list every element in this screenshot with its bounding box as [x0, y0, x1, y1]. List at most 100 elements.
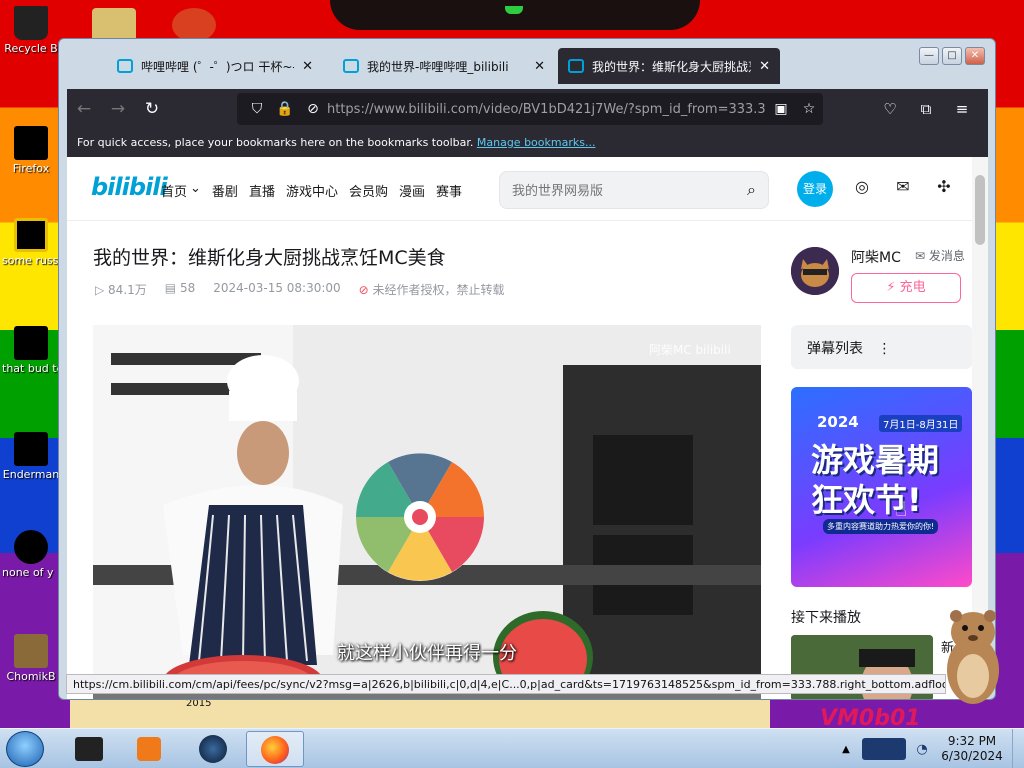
back-button[interactable]: ←: [67, 99, 101, 119]
bookmark-star-icon[interactable]: ☆: [795, 101, 823, 117]
search-box: ⌕: [499, 171, 769, 209]
scrollbar-thumb[interactable]: [975, 175, 985, 245]
desktop-icon-chomik[interactable]: ChomikB: [2, 634, 60, 683]
shield-icon[interactable]: ⛉: [243, 101, 271, 117]
permissions-icon[interactable]: ⊘: [299, 101, 327, 117]
taskbar-app-terminal[interactable]: [60, 731, 118, 767]
show-desktop-button[interactable]: [1012, 729, 1024, 768]
danmaku-icon: ▤: [164, 281, 180, 295]
nav-game-center[interactable]: 游戏中心: [286, 181, 338, 200]
desktop-icon-label: ChomikB: [6, 670, 56, 683]
taskbar: ▲ ◔ 9:32 PM 6/30/2024: [0, 728, 1024, 768]
ad-year: 2024: [817, 413, 859, 431]
cursor-hand-icon: ☝: [895, 497, 908, 521]
search-icon[interactable]: ⌕: [747, 180, 756, 200]
more-options-icon[interactable]: ⋮: [877, 341, 891, 357]
tab-bilibili-home[interactable]: 哔哩哔哩 (゜-゜)つロ 干杯~-bili ✕: [107, 48, 323, 84]
close-tab-icon[interactable]: ✕: [302, 59, 313, 74]
close-tab-icon[interactable]: ✕: [534, 59, 545, 74]
taskbar-app-globe[interactable]: [184, 731, 242, 767]
uploader-name[interactable]: 阿柴MC: [851, 247, 901, 267]
toolbar-right: ♡ ⧉ ≡: [872, 89, 980, 129]
file-icon: [14, 326, 48, 360]
media-player-icon: [137, 737, 161, 761]
mail-icon: ✉: [915, 249, 929, 263]
tab-video-active[interactable]: 我的世界：维斯化身大厨挑战烹 ✕: [558, 48, 780, 84]
desktop-icon-label: Enderman: [2, 468, 60, 481]
forbidden-icon: ⊘: [358, 283, 373, 297]
login-button[interactable]: 登录: [797, 171, 833, 207]
tray-app-icon[interactable]: [862, 738, 906, 760]
link-status-bar: https://cm.bilibili.com/cm/api/fees/pc/s…: [66, 674, 946, 694]
desktop-icon-recycle-bin[interactable]: Recycle B: [2, 6, 60, 55]
lightning-icon: ⚡: [886, 280, 900, 295]
avatar[interactable]: [791, 247, 839, 295]
manage-bookmarks-link[interactable]: Manage bookmarks...: [477, 136, 596, 149]
charge-label: 充电: [899, 280, 926, 295]
picture-in-picture-icon[interactable]: ▣: [767, 101, 795, 117]
hamster-sticker: [947, 610, 999, 704]
desktop-icon-file-2[interactable]: that bud te: [2, 326, 60, 375]
video-player[interactable]: 阿柴MC bilibili 就这样小伙伴再得一分: [93, 325, 761, 699]
chevron-down-icon: ⌄: [190, 181, 201, 196]
dynamic-icon[interactable]: ✣: [933, 177, 955, 199]
video-subtitle: 就这样小伙伴再得一分: [337, 643, 517, 664]
bilibili-favicon-icon: [343, 59, 359, 73]
desktop-icon-label: Firefox: [12, 162, 50, 175]
hamster-icon: [14, 634, 48, 668]
desktop-icon-firefox[interactable]: Firefox: [2, 126, 60, 175]
send-message-button[interactable]: ✉ 发消息: [915, 247, 965, 264]
network-icon[interactable]: ◔: [912, 742, 932, 757]
browser-window: 哔哩哔哩 (゜-゜)つロ 干杯~-bili ✕ 我的世界-哔哩哔哩_bilibi…: [58, 38, 996, 700]
views: ▷ 84.1万: [95, 281, 147, 298]
taskbar-app-firefox[interactable]: [246, 731, 304, 767]
charge-button[interactable]: ⚡ 充电: [851, 273, 961, 303]
pocket-icon[interactable]: ♡: [872, 100, 908, 118]
terminal-icon: [75, 737, 103, 761]
desktop-icon-enderman[interactable]: Enderman: [2, 432, 60, 481]
nav-anime[interactable]: 番剧: [212, 181, 238, 200]
bookmarks-toolbar: For quick access, place your bookmarks h…: [67, 129, 988, 157]
video-meta: ▷ 84.1万 ▤ 58 2024-03-15 08:30:00 ⊘ 未经作者授…: [95, 281, 505, 298]
system-tray: ▲ ◔ 9:32 PM 6/30/2024: [836, 729, 1024, 768]
desktop-icon-file-3[interactable]: none of y retards kn: [2, 530, 60, 579]
nav-esports[interactable]: 赛事: [436, 181, 462, 200]
ad-subline: 多重内容赛道助力热爱你的你!: [823, 519, 939, 534]
tab-minecraft-search[interactable]: 我的世界-哔哩哔哩_bilibili ✕: [333, 48, 555, 84]
message-icon[interactable]: ✉: [892, 177, 914, 199]
maximize-button[interactable]: □: [942, 47, 962, 65]
view-count: 84.1万: [108, 283, 147, 297]
ad-dates: 7月1日-8月31日: [879, 415, 963, 432]
desktop-icon-label: some russ ran a r: [2, 254, 60, 267]
close-window-button[interactable]: ✕: [965, 47, 985, 65]
menu-icon[interactable]: ≡: [944, 100, 980, 118]
desktop-icon-file-1[interactable]: some russ ran a r: [2, 218, 60, 267]
tray-expand-icon[interactable]: ▲: [836, 744, 856, 755]
clock[interactable]: 9:32 PM 6/30/2024: [932, 734, 1012, 764]
lock-icon[interactable]: 🔒: [271, 101, 299, 117]
nav-shop[interactable]: 会员购: [349, 181, 388, 200]
forward-button[interactable]: →: [101, 99, 135, 119]
extensions-icon[interactable]: ⧉: [908, 100, 944, 118]
bilibili-logo[interactable]: bilibili: [91, 173, 168, 201]
taskbar-app-media-player[interactable]: [120, 731, 178, 767]
ad-banner[interactable]: 2024 7月1日-8月31日 游戏暑期 狂欢节! 多重内容赛道助力热爱你的你!…: [791, 387, 972, 587]
vip-icon[interactable]: ◎: [851, 177, 873, 199]
url-text[interactable]: https://www.bilibili.com/video/BV1bD421j…: [327, 102, 767, 117]
desktop-icon-label: that bud te: [2, 362, 60, 375]
search-input[interactable]: [512, 182, 748, 198]
nav-manga[interactable]: 漫画: [399, 181, 425, 200]
address-bar[interactable]: ⛉ 🔒 ⊘ https://www.bilibili.com/video/BV1…: [237, 93, 823, 125]
site-nav: 首页 ⌄ 番剧 直播 游戏中心 会员购 漫画 赛事: [161, 181, 462, 200]
danmaku-list-panel[interactable]: 弹幕列表 ⋮: [791, 325, 972, 369]
close-tab-icon[interactable]: ✕: [759, 59, 770, 74]
bookmarks-hint: For quick access, place your bookmarks h…: [77, 136, 474, 149]
start-button[interactable]: [6, 731, 44, 767]
file-icon: [14, 530, 48, 564]
nav-live[interactable]: 直播: [249, 181, 275, 200]
minimize-button[interactable]: —: [919, 47, 939, 65]
reload-button[interactable]: ↻: [135, 99, 169, 119]
file-icon: [14, 218, 48, 252]
video-title: 我的世界：维斯化身大厨挑战烹饪MC美食: [93, 247, 446, 269]
nav-home[interactable]: 首页: [161, 181, 187, 200]
